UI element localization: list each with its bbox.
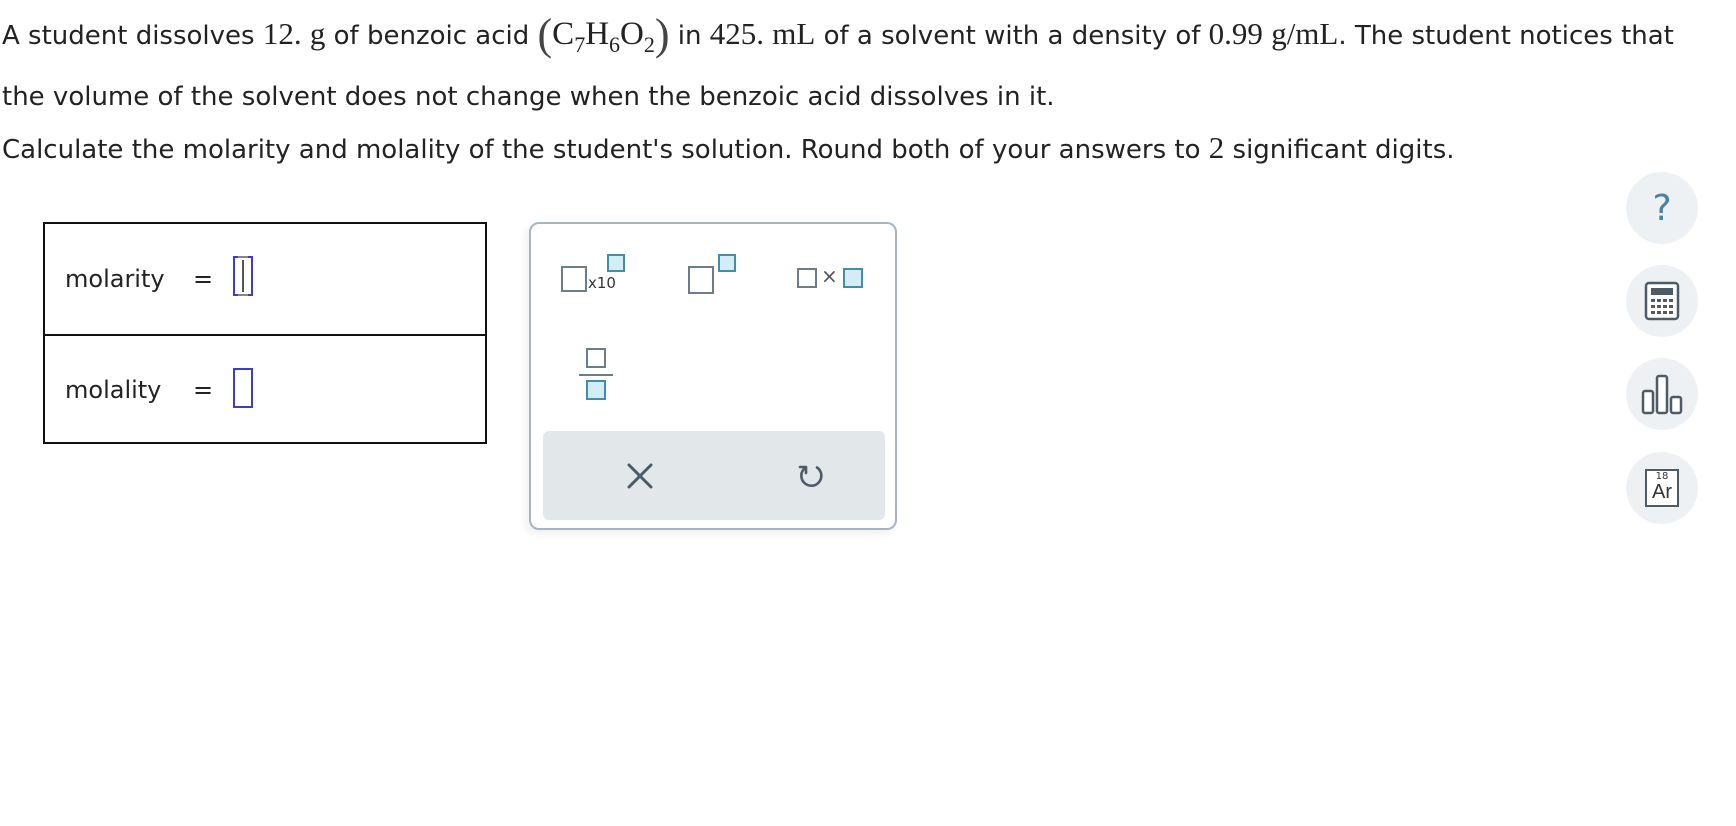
formula-hydrogen: H [585, 16, 610, 52]
mass-unit: g [309, 16, 326, 51]
exponent-box-icon [607, 254, 625, 272]
paren-open: ( [537, 10, 553, 59]
calculator-button[interactable] [1626, 265, 1698, 337]
fraction-button[interactable] [579, 348, 613, 406]
instruction-paragraph: Calculate the molarity and molality of t… [2, 122, 1455, 176]
molality-row: molality = [45, 334, 485, 444]
chemical-formula: (C7H6O2) [538, 10, 670, 59]
multiply-button[interactable]: × [797, 262, 869, 294]
density-unit: g/mL [1271, 16, 1339, 51]
palette-control-bar [543, 431, 885, 520]
formula-carbon-count: 7 [574, 32, 586, 57]
volume-unit: mL [772, 16, 816, 51]
formula-hydrogen-count: 6 [609, 32, 621, 57]
answer-table: molarity = molality = [43, 222, 487, 444]
equals-sign: = [193, 265, 214, 293]
instruction-text: significant digits. [1232, 135, 1455, 165]
mass-value: 12. [262, 16, 302, 51]
formula-oxygen-count: 2 [643, 32, 655, 57]
base-box-icon [688, 266, 714, 294]
molarity-row: molarity = [45, 224, 485, 334]
sig-digits-value: 2 [1208, 130, 1225, 165]
bar-chart-icon [1641, 374, 1683, 415]
molality-label: molality [65, 376, 162, 404]
volume-value: 425. [709, 16, 765, 51]
denominator-box-icon [586, 380, 606, 400]
instruction-text: Calculate the molarity and molality of t… [2, 135, 1201, 165]
element-symbol: Ar [1652, 481, 1672, 503]
math-palette: x10 × [529, 222, 897, 530]
undo-icon [798, 465, 823, 487]
formula-carbon: C [552, 16, 575, 52]
text-cursor [238, 256, 248, 296]
data-button[interactable] [1626, 358, 1698, 430]
equals-sign: = [193, 376, 214, 404]
question-text: of benzoic acid [333, 21, 530, 51]
question-text: of a solvent with a density of [823, 21, 1201, 51]
superscript-button[interactable] [688, 254, 740, 298]
scientific-notation-button[interactable]: x10 [561, 254, 631, 298]
calculator-icon [1644, 281, 1680, 321]
periodic-table-button[interactable]: 18 Ar [1626, 452, 1698, 524]
exponent-box-icon [718, 254, 736, 272]
base-box-icon [561, 266, 587, 292]
paren-close: ) [654, 10, 670, 59]
left-box-icon [797, 268, 817, 288]
x10-label: x10 [588, 274, 616, 292]
periodic-element-icon: 18 Ar [1645, 469, 1679, 507]
undo-button[interactable] [788, 453, 834, 499]
question-text: in [677, 21, 702, 51]
close-icon [627, 463, 653, 489]
molarity-input[interactable] [233, 256, 253, 296]
clear-button[interactable] [617, 453, 663, 499]
times-icon: × [821, 264, 838, 288]
question-paragraph: A student dissolves 12. g of benzoic aci… [2, 8, 1702, 123]
formula-oxygen: O [620, 16, 644, 52]
molarity-label: molarity [65, 265, 165, 293]
density-value: 0.99 [1208, 16, 1263, 51]
right-box-icon [843, 268, 863, 288]
numerator-box-icon [586, 348, 606, 368]
question-text: A student dissolves [2, 21, 255, 51]
fraction-bar-icon [579, 374, 613, 376]
molality-input[interactable] [233, 368, 253, 408]
help-button[interactable]: ? [1626, 172, 1698, 244]
help-icon: ? [1652, 187, 1672, 229]
